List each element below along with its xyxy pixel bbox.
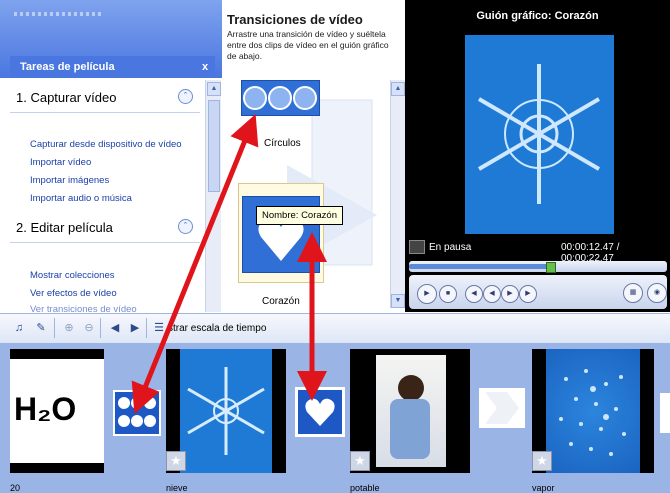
toolbar-divider [146, 318, 147, 338]
rewind-icon[interactable]: ◀ [483, 285, 501, 303]
audio-levels-icon[interactable]: ✎ [34, 321, 48, 335]
transitions-description: Arrastre una transición de vídeo y suélt… [227, 29, 389, 61]
photo-subject [398, 375, 424, 401]
transition-circles-thumb[interactable] [241, 80, 320, 116]
transition-heart-label: Corazón [262, 296, 300, 307]
transitions-title: Transiciones de vídeo [227, 12, 363, 27]
timeline-icon[interactable]: ☰ [152, 321, 166, 335]
transitions-pane: Transiciones de vídeo Arrastre una trans… [222, 0, 405, 312]
link-import-audio[interactable]: Importar audio o música [30, 193, 132, 204]
empty-transition-slot[interactable] [479, 388, 525, 428]
link-video-transitions[interactable]: Ver transiciones de vídeo [30, 304, 137, 312]
tasks-header: Tareas de película x [10, 56, 215, 78]
scroll-down-icon[interactable]: ▼ [391, 294, 405, 308]
snapshot-icon[interactable]: ◉ [647, 283, 667, 303]
toolbar-divider [100, 318, 101, 338]
section-capture-title[interactable]: 1. Capturar vídeo [16, 90, 116, 105]
tasks-pane: Tareas de película x 1. Capturar vídeo ˆ… [0, 0, 222, 312]
preview-title: Guión gráfico: Corazón [476, 10, 599, 22]
next-icon[interactable]: ▶ [519, 285, 537, 303]
circles-icon [243, 86, 317, 110]
tasks-scrollbar[interactable]: ▲ [205, 80, 221, 312]
link-capture-device[interactable]: Capturar desde dispositivo de vídeo [30, 139, 182, 150]
toolbar-divider [54, 318, 55, 338]
effect-star-icon[interactable]: ★ [350, 451, 370, 471]
arrow-placeholder-icon [485, 392, 519, 424]
circles-icon [118, 397, 156, 427]
preview-monitor [465, 35, 614, 234]
effect-star-icon[interactable]: ★ [532, 451, 552, 471]
clip-label: vapor [532, 483, 555, 493]
clip-label: nieve [166, 483, 188, 493]
split-clip-icon[interactable]: ▦ [623, 283, 643, 303]
scroll-up-icon[interactable]: ▲ [391, 82, 405, 96]
preview-pane: Guión gráfico: Corazón En pausa 00:00:12… [405, 0, 670, 312]
section-edit-title[interactable]: 2. Editar película [16, 220, 113, 235]
heart-icon [305, 398, 335, 426]
tasks-title: Tareas de película [20, 61, 115, 73]
snowflake-image [477, 64, 601, 204]
effect-star-icon[interactable]: ★ [166, 451, 186, 471]
seek-fill [409, 264, 551, 269]
clip-vapor[interactable]: ★ [532, 349, 654, 473]
playback-controls: ▶ ■ ◀ ◀ ▶ ▶ ▦ ◉ [409, 275, 667, 309]
stop-icon[interactable]: ■ [439, 285, 457, 303]
previous-icon[interactable]: ◀ [465, 285, 483, 303]
scroll-thumb[interactable] [208, 100, 220, 192]
clip-thumb [180, 349, 272, 473]
scroll-up-icon[interactable]: ▲ [207, 82, 221, 96]
link-import-video[interactable]: Importar vídeo [30, 157, 91, 168]
link-show-collections[interactable]: Mostrar colecciones [30, 270, 114, 281]
show-timeline-button[interactable]: strar escala de tiempo [168, 323, 266, 334]
play-icon[interactable]: ▶ [417, 284, 437, 304]
storyboard-toolbar: ♫ ✎ ⊕ ⊖ ◀ ▶ ☰ strar escala de tiempo [0, 313, 670, 344]
tooltip: Nombre: Corazón [256, 206, 343, 225]
bubbles-image [559, 369, 626, 456]
letterbox [10, 463, 104, 473]
collapse-edit-icon[interactable]: ˆ [178, 219, 193, 234]
storyboard-transition-heart[interactable] [295, 387, 345, 437]
storyboard-strip: H₂O 20 ★ nieve ★ potable ★ vapor [0, 343, 670, 493]
status-icon [409, 240, 425, 254]
status-text: En pausa [429, 242, 472, 253]
clip-thumb [376, 355, 446, 467]
clip-thumb [546, 349, 640, 473]
link-video-effects[interactable]: Ver efectos de vídeo [30, 288, 117, 299]
divider [10, 242, 200, 243]
zoom-out-icon[interactable]: ⊖ [82, 321, 96, 335]
seek-bar[interactable] [409, 261, 667, 273]
forward-icon[interactable]: ▶ [501, 285, 519, 303]
collapse-capture-icon[interactable]: ˆ [178, 89, 193, 104]
clip-water[interactable]: H₂O [10, 349, 104, 473]
clip-text: H₂O [14, 391, 77, 427]
seek-thumb[interactable] [546, 262, 556, 273]
link-import-images[interactable]: Importar imágenes [30, 175, 109, 186]
photo-subject [390, 399, 430, 459]
header-pattern [14, 12, 104, 16]
snowflake-image [187, 367, 265, 455]
clip-drinking[interactable]: ★ [350, 349, 470, 473]
next-slot-partial [660, 393, 670, 433]
letterbox [10, 349, 104, 359]
clip-label: potable [350, 483, 380, 493]
play-storyboard-icon[interactable]: ▶ [128, 321, 142, 335]
tasks-close-button[interactable]: x [202, 61, 208, 73]
divider [10, 112, 200, 113]
transitions-scrollbar[interactable]: ▲ ▼ [390, 80, 405, 308]
transition-circles-label: Círculos [264, 138, 301, 149]
clip-label: 20 [10, 483, 21, 493]
narrate-icon[interactable]: ♫ [12, 321, 26, 335]
zoom-in-icon[interactable]: ⊕ [62, 321, 76, 335]
rewind-storyboard-icon[interactable]: ◀ [108, 321, 122, 335]
clip-snow[interactable]: ★ [166, 349, 286, 473]
storyboard-transition-circles[interactable] [113, 390, 161, 436]
